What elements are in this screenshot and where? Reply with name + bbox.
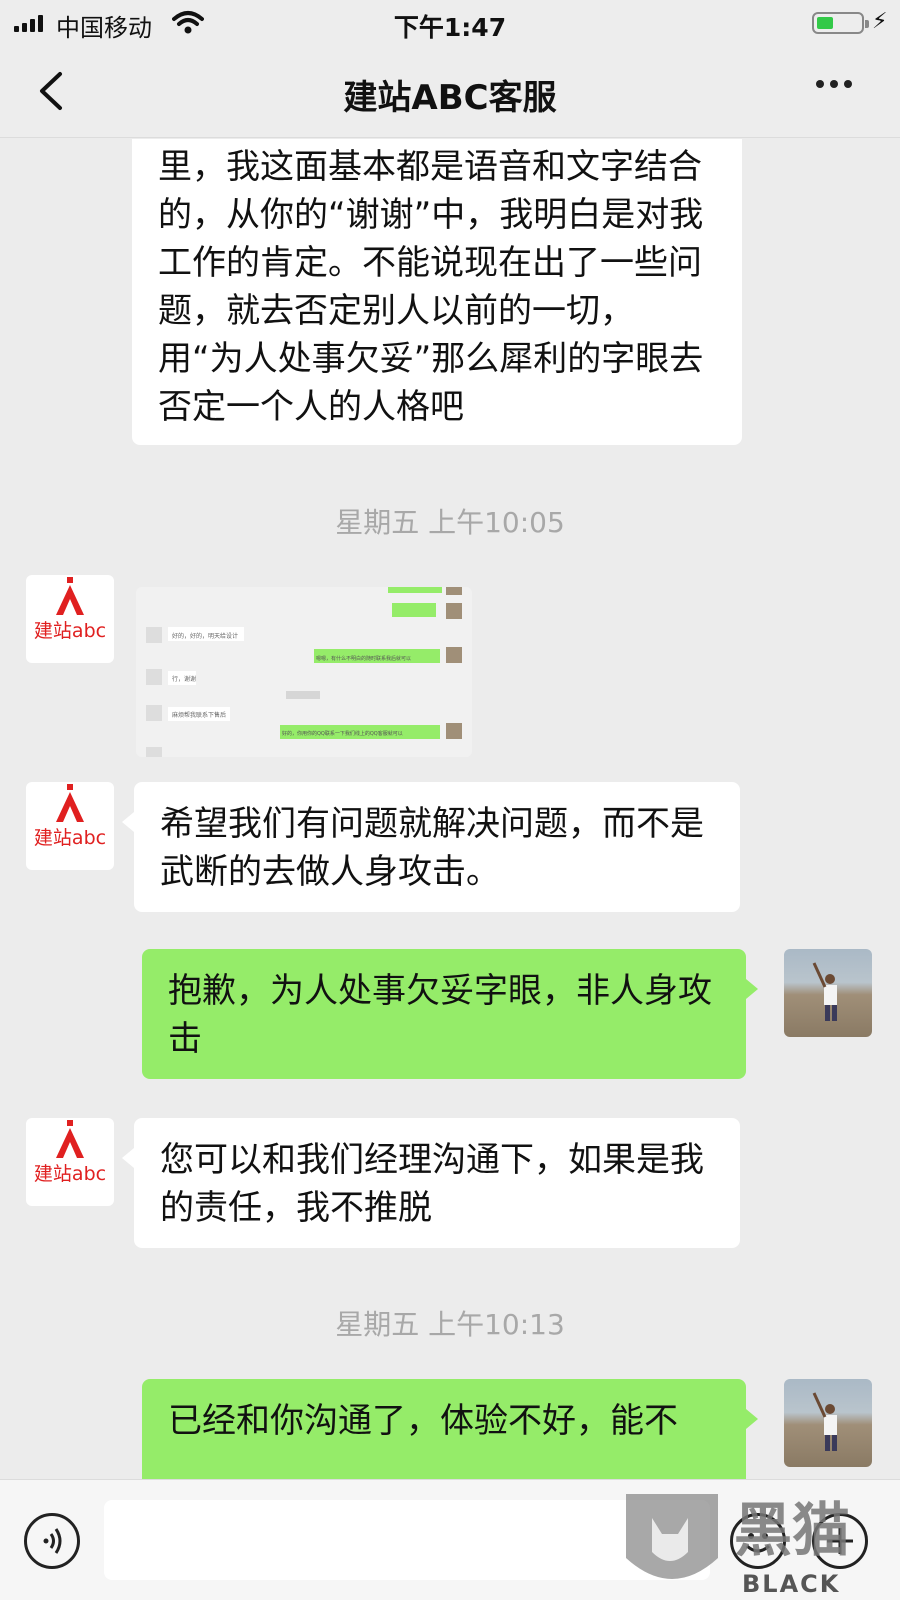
watermark-text: BLACK CAT bbox=[742, 1570, 841, 1600]
message-bubble-outgoing: 抱歉，为人处事欠妥字眼，非人身攻击 bbox=[142, 949, 758, 1079]
message-bubble: 东先生，你可以看一下咱们的沟通里，我这面基本都是语音和文字结合的，从你的“谢谢”… bbox=[132, 139, 742, 445]
avatar[interactable]: 建站abc bbox=[26, 1118, 114, 1206]
message-text: 抱歉，为人处事欠妥字眼，非人身攻击 bbox=[168, 971, 712, 1059]
person-photo-icon bbox=[812, 1392, 837, 1451]
chat-header: 建站ABC客服 bbox=[0, 44, 900, 138]
message-text: 希望我们有问题就解决问题，而不是武断的去做人身攻击。 bbox=[160, 804, 704, 892]
avatar[interactable]: 建站abc bbox=[26, 782, 114, 870]
svg-text:好的，你用你的QQ联系一下我们线上的QQ客服就可以: 好的，你用你的QQ联系一下我们线上的QQ客服就可以 bbox=[282, 730, 403, 737]
user-avatar[interactable] bbox=[784, 949, 872, 1037]
svg-text:麻烦帮我联系下售后: 麻烦帮我联系下售后 bbox=[172, 711, 226, 719]
status-time: 下午1:47 bbox=[393, 13, 507, 42]
status-bar: 中国移动 下午1:47 ⚡ bbox=[0, 0, 900, 44]
svg-text:行，谢谢: 行，谢谢 bbox=[172, 675, 196, 683]
brand-logo: 建站abc bbox=[34, 1120, 106, 1185]
message-bubble: 希望我们有问题就解决问题，而不是武断的去做人身攻击。 bbox=[122, 782, 740, 912]
person-photo-icon bbox=[812, 962, 837, 1021]
svg-text:建站abc: 建站abc bbox=[34, 620, 106, 642]
message-text: 已经和你沟通了，体验不好，能不 bbox=[168, 1401, 678, 1441]
battery-icon bbox=[812, 12, 869, 34]
message-list[interactable]: 东先生，你可以看一下咱们的沟通里，我这面基本都是语音和文字结合的，从你的“谢谢”… bbox=[0, 139, 900, 1479]
svg-text:建站abc: 建站abc bbox=[34, 1163, 106, 1185]
svg-text:黑猫: 黑猫 bbox=[734, 1496, 850, 1564]
timestamp: 星期五 上午10:13 bbox=[335, 1308, 565, 1341]
avatar[interactable]: 建站abc bbox=[26, 575, 114, 663]
message-bubble: 您可以和我们经理沟通下，如果是我的责任，我不推脱 bbox=[122, 1118, 740, 1248]
image-message[interactable]: 好的，好的，明天给设计 嗯嗯，有什么不明白的随时联系我后就可以 行，谢谢 麻烦帮… bbox=[136, 587, 472, 757]
charging-icon: ⚡ bbox=[872, 9, 888, 34]
chat-title: 建站ABC客服 bbox=[343, 78, 557, 118]
brand-logo: 建站abc bbox=[34, 577, 106, 642]
message-text: 您可以和我们经理沟通下，如果是我的责任，我不推脱 bbox=[160, 1140, 704, 1228]
screenshot-thumbnail: 好的，好的，明天给设计 嗯嗯，有什么不明白的随时联系我后就可以 行，谢谢 麻烦帮… bbox=[136, 587, 472, 757]
more-icon[interactable] bbox=[816, 80, 852, 88]
svg-text:建站abc: 建站abc bbox=[34, 827, 106, 849]
brand-logo: 建站abc bbox=[34, 784, 106, 849]
user-avatar[interactable] bbox=[784, 1379, 872, 1467]
timestamp: 星期五 上午10:05 bbox=[335, 506, 565, 539]
svg-text:好的，好的，明天给设计: 好的，好的，明天给设计 bbox=[172, 632, 238, 640]
message-text: 东先生，你可以看一下咱们的沟通里，我这面基本都是语音和文字结合的，从你的“谢谢”… bbox=[158, 147, 704, 427]
message-bubble-outgoing: 已经和你沟通了，体验不好，能不 bbox=[142, 1379, 758, 1479]
svg-text:嗯嗯，有什么不明白的随时联系我后就可以: 嗯嗯，有什么不明白的随时联系我后就可以 bbox=[316, 655, 411, 662]
voice-icon[interactable] bbox=[24, 1513, 80, 1569]
message-input[interactable] bbox=[104, 1500, 710, 1580]
